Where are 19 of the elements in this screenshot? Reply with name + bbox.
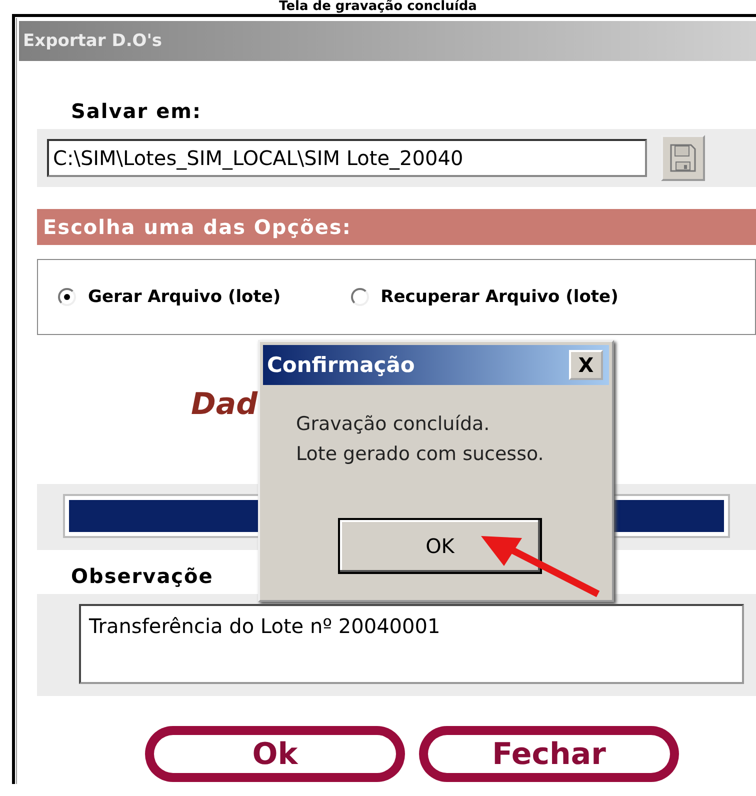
notes-label: Observaçõe bbox=[70, 564, 214, 590]
capsule-button[interactable]: Fechar bbox=[419, 726, 679, 782]
radio-button[interactable] bbox=[58, 288, 76, 306]
radio-option[interactable]: Gerar Arquivo (lote) bbox=[58, 287, 281, 307]
section-title: Escolha uma das Opções: bbox=[43, 215, 352, 239]
status-text: Dad bbox=[191, 387, 258, 424]
save-in-label: Salvar em: bbox=[70, 99, 203, 125]
radio-button[interactable] bbox=[350, 288, 369, 306]
save-button[interactable] bbox=[661, 135, 705, 181]
window-title: Exportar D.O's bbox=[23, 31, 162, 51]
close-button[interactable]: X bbox=[569, 350, 603, 380]
dialog-message: Gravação concluída. Lote gerado com sucesso. bbox=[296, 412, 545, 467]
ok-button[interactable]: OK bbox=[338, 518, 542, 574]
notes-field[interactable]: Transferência do Lote nº 20040001 bbox=[79, 604, 744, 684]
floppy-icon bbox=[670, 144, 696, 172]
path-field[interactable]: C:\SIM\Lotes_SIM_LOCAL\SIM Lote_20040 bbox=[47, 139, 647, 177]
capsule-button[interactable]: Ok bbox=[145, 726, 405, 782]
dialog-title: Confirmação bbox=[267, 353, 415, 377]
radio-option[interactable]: Recuperar Arquivo (lote) bbox=[350, 287, 618, 307]
